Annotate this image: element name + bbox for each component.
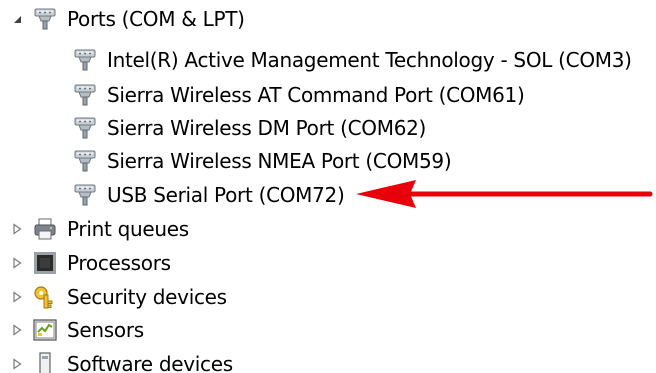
collapsed-triangle-icon[interactable]	[10, 222, 24, 236]
tree-node-label: Sensors	[67, 318, 144, 342]
collapsed-triangle-icon[interactable]	[10, 256, 24, 270]
tree-node-label: Security devices	[67, 285, 227, 309]
tree-node-label: Print queues	[67, 217, 189, 241]
port-connector-icon	[32, 6, 58, 32]
port-connector-icon	[72, 182, 98, 208]
tree-node-sensors[interactable]: Sensors	[10, 315, 144, 345]
tree-node-label: Ports (COM & LPT)	[67, 7, 245, 31]
tree-item-label: Intel(R) Active Management Technology - …	[107, 48, 632, 72]
tree-item-label: Sierra Wireless DM Port (COM62)	[107, 116, 427, 140]
collapsed-triangle-icon[interactable]	[10, 290, 24, 304]
printer-icon	[32, 216, 58, 242]
red-arrow-annotation	[356, 180, 653, 208]
tree-node-ports[interactable]: Ports (COM & LPT)	[10, 4, 245, 34]
tree-node-label: Software devices	[67, 352, 233, 373]
tree-node-software-devices[interactable]: Software devices	[10, 349, 233, 373]
collapsed-triangle-icon[interactable]	[10, 357, 24, 371]
software-device-icon	[32, 351, 58, 373]
tree-node-print-queues[interactable]: Print queues	[10, 214, 189, 244]
port-connector-icon	[72, 115, 98, 141]
port-connector-icon	[72, 82, 98, 108]
tree-item-label: Sierra Wireless AT Command Port (COM61)	[107, 83, 525, 107]
tree-item-sierra-at-command-com61[interactable]: Sierra Wireless AT Command Port (COM61)	[72, 80, 525, 110]
tree-item-sierra-dm-com62[interactable]: Sierra Wireless DM Port (COM62)	[72, 113, 426, 143]
port-connector-icon	[72, 148, 98, 174]
key-lock-icon	[32, 284, 58, 310]
tree-item-usb-serial-com72[interactable]: USB Serial Port (COM72)	[72, 180, 345, 210]
device-manager-tree: Ports (COM & LPT) Intel(R) Active Manage…	[0, 0, 656, 373]
tree-node-label: Processors	[67, 251, 171, 275]
expanded-triangle-icon[interactable]	[10, 12, 24, 26]
tree-item-label: USB Serial Port (COM72)	[107, 183, 345, 207]
tree-node-security-devices[interactable]: Security devices	[10, 282, 227, 312]
tree-item-intel-amt-sol-com3[interactable]: Intel(R) Active Management Technology - …	[72, 45, 632, 75]
tree-item-sierra-nmea-com59[interactable]: Sierra Wireless NMEA Port (COM59)	[72, 146, 452, 176]
sensor-icon	[32, 317, 58, 343]
tree-node-processors[interactable]: Processors	[10, 248, 171, 278]
collapsed-triangle-icon[interactable]	[10, 323, 24, 337]
port-connector-icon	[72, 47, 98, 73]
processor-chip-icon	[32, 250, 58, 276]
tree-item-label: Sierra Wireless NMEA Port (COM59)	[107, 149, 452, 173]
